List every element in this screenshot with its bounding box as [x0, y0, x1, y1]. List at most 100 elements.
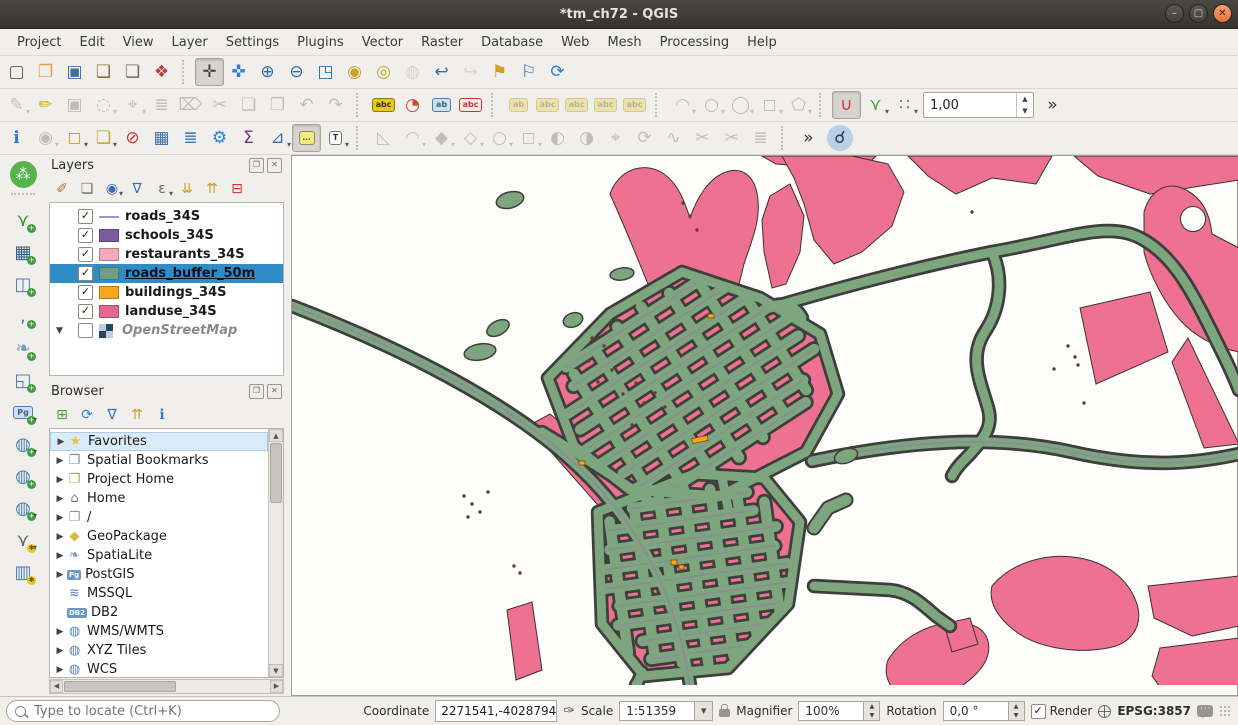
expand-all-button[interactable]: ⇊	[175, 178, 199, 201]
chevron-down-icon[interactable]: ▾	[33, 543, 37, 552]
expander-icon[interactable]: ▶	[55, 437, 67, 447]
browser-horizontal-scrollbar[interactable]: ◀ ▶	[49, 679, 284, 694]
add-delimited-text-button[interactable]: ,+	[8, 302, 38, 331]
expander-icon[interactable]: ▶	[54, 627, 66, 637]
chevron-down-icon[interactable]: ▾	[119, 189, 123, 198]
new-shapefile-layer-button[interactable]: ⋎✱▾	[8, 526, 38, 555]
chevron-down-icon[interactable]: ▾	[33, 415, 37, 424]
chevron-down-icon[interactable]: ▾	[721, 107, 725, 116]
menu-web[interactable]: Web	[552, 32, 598, 53]
data-source-manager-button[interactable]: ⁂	[10, 161, 37, 188]
crs-status[interactable]: EPSG:3857	[1117, 704, 1191, 718]
layer-row-buildings_34S[interactable]: ✓buildings_34S	[50, 283, 283, 302]
highlight-pinned-labels-button[interactable]: abc	[456, 91, 485, 119]
toolbar2-overflow-button[interactable]: »	[1038, 91, 1067, 119]
chevron-down-icon[interactable]: ▾	[509, 140, 513, 149]
chevron-down-icon[interactable]: ▼	[695, 701, 713, 721]
menu-plugins[interactable]: Plugins	[288, 32, 353, 53]
magnifier-value[interactable]: 100%	[798, 701, 864, 721]
locator-input[interactable]	[32, 703, 271, 720]
locator-box[interactable]	[6, 700, 280, 722]
layer-row-OpenStreetMap[interactable]: ▼OpenStreetMap	[50, 321, 283, 340]
browser-properties-button[interactable]: ℹ	[150, 404, 174, 427]
add-group-button[interactable]: ❏	[75, 178, 99, 201]
pan-map-button[interactable]: ✛	[195, 58, 224, 86]
crs-globe-icon[interactable]	[1098, 705, 1111, 718]
show-layout-manager-button[interactable]: ❏	[118, 58, 147, 86]
magnifier-spin[interactable]: 100% ▲▼	[798, 701, 880, 721]
menu-layer[interactable]: Layer	[163, 32, 217, 53]
scroll-down-icon[interactable]: ▼	[269, 664, 283, 677]
layer-checkbox[interactable]: ✓	[78, 304, 93, 319]
refresh-button[interactable]: ⟳	[543, 58, 572, 86]
layer-checkbox[interactable]: ✓	[78, 266, 93, 281]
layer-row-roads_34S[interactable]: ✓roads_34S	[50, 207, 283, 226]
spin-down-icon[interactable]: ▼	[1009, 711, 1024, 720]
zoom-in-button[interactable]: ⊕	[253, 58, 282, 86]
text-annotation-button[interactable]: T▾	[321, 124, 350, 152]
menu-processing[interactable]: Processing	[651, 32, 738, 53]
minimize-button[interactable]: –	[1165, 4, 1184, 23]
scale-combo[interactable]: 1:51359 ▼	[619, 701, 713, 721]
browser-item-db2[interactable]: DB2DB2	[50, 603, 268, 622]
add-selected-layers-button[interactable]: ⊞	[50, 404, 74, 427]
add-vector-layer-button[interactable]: ⋎+	[8, 206, 38, 235]
titlebar[interactable]: *tm_ch72 - QGIS – ▢ ✕	[0, 0, 1238, 29]
layers-close-button[interactable]: ✕	[267, 158, 282, 173]
chevron-down-icon[interactable]: ▾	[808, 107, 812, 116]
map-tips-button[interactable]: …	[292, 124, 321, 152]
browser-item--[interactable]: ▶❐/	[50, 508, 268, 527]
rotation-spin[interactable]: 0,0 ° ▲▼	[943, 701, 1025, 721]
deselect-features-button[interactable]: ⊘	[118, 124, 147, 152]
chevron-down-icon[interactable]: ▾	[142, 107, 146, 116]
layer-checkbox[interactable]: ✓	[78, 247, 93, 262]
select-features-button[interactable]: ◻▾	[60, 124, 89, 152]
browser-item-mssql[interactable]: ≋MSSQL	[50, 584, 268, 603]
coordinate-field[interactable]: 2271541,-4028794	[435, 700, 557, 722]
add-spatialite-layer-button[interactable]: ❧+	[8, 334, 38, 363]
chevron-down-icon[interactable]: ▾	[169, 189, 173, 198]
chevron-down-icon[interactable]: ▾	[84, 140, 88, 149]
tracing-button[interactable]: ⋎▾	[861, 91, 890, 119]
chevron-down-icon[interactable]: ▾	[113, 107, 117, 116]
toolbar3-overflow-button[interactable]: »	[794, 124, 823, 152]
layer-diagram-button[interactable]: ◔	[398, 91, 427, 119]
browser-close-button[interactable]: ✕	[267, 384, 282, 399]
chevron-down-icon[interactable]: ▾	[451, 140, 455, 149]
extents-toggle-icon[interactable]: ✑	[563, 703, 575, 719]
expander-icon[interactable]: ▶	[54, 513, 66, 523]
menu-settings[interactable]: Settings	[217, 32, 288, 53]
expander-icon[interactable]: ▶	[54, 456, 66, 466]
browser-vertical-scrollbar[interactable]: ▲ ▼	[268, 429, 283, 677]
expander-icon[interactable]: ▶	[54, 570, 66, 580]
browser-item-wms-wmts[interactable]: ▶◍WMS/WMTS	[50, 622, 268, 641]
zoom-last-button[interactable]: ↩	[427, 58, 456, 86]
layer-checkbox[interactable]	[78, 323, 93, 338]
map-canvas[interactable]	[291, 155, 1238, 696]
add-wms-layer-button[interactable]: ◍+▾	[8, 430, 38, 459]
measure-button[interactable]: ⊿▾	[263, 124, 292, 152]
style-manager-button[interactable]: ❖	[147, 58, 176, 86]
browser-item-geopackage[interactable]: ▶◆GeoPackage	[50, 527, 268, 546]
chevron-down-icon[interactable]: ▾	[885, 107, 889, 116]
layers-float-button[interactable]: ❐	[249, 158, 264, 173]
menu-project[interactable]: Project	[8, 32, 70, 53]
scrollbar-thumb[interactable]	[64, 681, 176, 692]
zoom-out-button[interactable]: ⊖	[282, 58, 311, 86]
browser-item-spatialite[interactable]: ▶❧SpatiaLite	[50, 546, 268, 565]
pin-labels-button[interactable]: ab	[427, 91, 456, 119]
field-calculator-button[interactable]: ≣	[176, 124, 205, 152]
scroll-right-icon[interactable]: ▶	[270, 680, 283, 693]
zoom-to-layer-button[interactable]: ◎	[369, 58, 398, 86]
expander-icon[interactable]: ▶	[54, 475, 66, 485]
add-mesh-layer-button[interactable]: ◫+	[8, 270, 38, 299]
expander-icon[interactable]: ▼	[56, 326, 63, 336]
resize-grip[interactable]	[1219, 705, 1232, 718]
vertex-editor-button[interactable]: ∷▾	[890, 91, 919, 119]
browser-item-xyz-tiles[interactable]: ▶◍XYZ Tiles	[50, 641, 268, 660]
browser-item-project-home[interactable]: ▶❐Project Home	[50, 470, 268, 489]
add-wfs-layer-button[interactable]: ◍+▾	[8, 494, 38, 523]
pan-to-selection-button[interactable]: ✜	[224, 58, 253, 86]
open-layer-styling-button[interactable]: ✐	[50, 178, 74, 201]
new-project-button[interactable]: ▢	[2, 58, 31, 86]
